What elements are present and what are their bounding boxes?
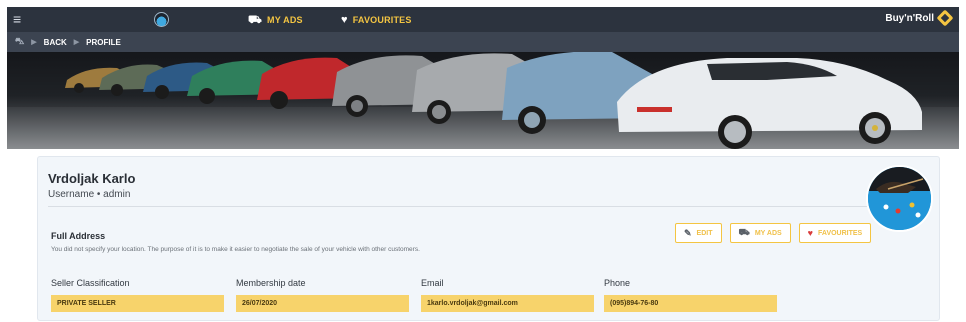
brand-name: Buy'n'Roll — [885, 12, 934, 24]
edit-button-label: EDIT — [696, 229, 713, 237]
full-address-label: Full Address — [51, 231, 106, 241]
nav-my-ads[interactable]: ⛟ MY ADS — [248, 13, 303, 27]
hamburger-icon[interactable]: ≡ — [13, 12, 27, 26]
user-car-icon: ⛟ — [248, 13, 263, 26]
nav-favourites-label: FAVOURITES — [352, 15, 412, 25]
avatar[interactable] — [866, 165, 933, 232]
seller-classification-value: PRIVATE SELLER — [51, 295, 224, 312]
brand-sign-icon — [936, 9, 954, 27]
divider — [48, 206, 923, 207]
logo-icon[interactable] — [154, 12, 169, 27]
edit-button[interactable]: ✎ EDIT — [675, 223, 722, 243]
brand-logo[interactable]: Buy'n'Roll — [885, 9, 954, 27]
breadcrumb-profile[interactable]: PROFILE — [86, 38, 121, 47]
breadcrumb: ⛍ ▶ BACK ▶ PROFILE — [7, 32, 959, 52]
my-ads-button-label: MY ADS — [754, 229, 782, 237]
profile-name: Vrdoljak Karlo — [48, 171, 136, 186]
user-edit-icon: ✎ — [684, 227, 692, 238]
phone-label: Phone — [604, 278, 631, 288]
profile-username: Username • admin — [48, 189, 131, 200]
chevron-right-icon: ▶ — [31, 39, 37, 46]
cars-lineup-illustration — [7, 52, 959, 149]
favourites-button[interactable]: ♥ FAVOURITES — [798, 223, 872, 243]
profile-card: Vrdoljak Karlo Username • admin Full Add… — [37, 156, 940, 321]
seller-classification-label: Seller Classification — [51, 278, 130, 288]
membership-date-value: 26/07/2020 — [236, 295, 409, 312]
full-address-text: You did not specify your location. The p… — [51, 246, 420, 253]
membership-date-label: Membership date — [236, 278, 306, 288]
chevron-right-icon: ▶ — [73, 39, 80, 46]
my-ads-button[interactable]: ⛟ MY ADS — [729, 223, 791, 243]
cover-banner-image — [7, 52, 959, 149]
avatar-billiards-photo — [868, 167, 931, 230]
top-navbar: ≡ ⛟ MY ADS ♥ FAVOURITES Buy'n'Roll — [7, 7, 959, 32]
user-car-icon: ⛟ — [738, 227, 750, 237]
favourites-button-label: FAVOURITES — [818, 229, 863, 237]
heart-icon: ♥ — [341, 13, 348, 26]
nav-favourites[interactable]: ♥ FAVOURITES — [341, 13, 412, 27]
email-value: 1karlo.vrdoljak@gmail.com — [421, 295, 594, 312]
phone-value: (095)894-76-80 — [604, 295, 777, 312]
profile-actions: ✎ EDIT ⛟ MY ADS ♥ FAVOURITES — [675, 223, 872, 243]
email-label: Email — [421, 278, 444, 288]
heart-icon: ♥ — [807, 228, 814, 238]
breadcrumb-back[interactable]: BACK — [44, 38, 67, 47]
nav-my-ads-label: MY ADS — [267, 15, 303, 25]
car-icon[interactable]: ⛍ — [15, 36, 24, 48]
